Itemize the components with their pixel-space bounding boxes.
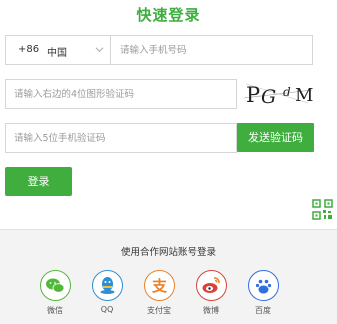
captcha-char-1: P bbox=[246, 83, 260, 107]
page-title: 快速登录 bbox=[136, 6, 201, 24]
captcha-image[interactable]: P G d M bbox=[242, 78, 314, 108]
send-code-button[interactable]: 发送验证码 bbox=[237, 123, 314, 152]
captcha-char-3: d bbox=[283, 85, 291, 99]
phone-row: +86 中国 bbox=[5, 35, 313, 65]
provider-qq[interactable]: QQ bbox=[87, 270, 127, 314]
baidu-icon bbox=[255, 279, 271, 294]
qr-code-icon[interactable] bbox=[312, 199, 333, 220]
chevron-down-icon bbox=[95, 47, 104, 53]
image-code-row bbox=[5, 79, 237, 109]
login-button[interactable]: 登录 bbox=[5, 167, 72, 196]
image-code-input[interactable] bbox=[14, 86, 229, 102]
phone-input[interactable] bbox=[120, 42, 305, 58]
qq-icon bbox=[100, 277, 114, 294]
provider-wechat[interactable]: 微信 bbox=[35, 270, 75, 316]
alipay-icon: 支 bbox=[150, 277, 167, 295]
provider-label: 微博 bbox=[203, 306, 219, 315]
country-code: +86 bbox=[18, 44, 40, 55]
country-selector[interactable]: +86 中国 bbox=[6, 36, 111, 64]
sms-code-input[interactable] bbox=[14, 130, 229, 146]
provider-label: 支付宝 bbox=[147, 306, 171, 315]
provider-label: 百度 bbox=[255, 306, 271, 315]
provider-label: QQ bbox=[100, 305, 114, 314]
wechat-icon bbox=[45, 278, 64, 293]
weibo-icon bbox=[202, 277, 220, 293]
captcha-graphic: P G d M bbox=[243, 83, 313, 108]
provider-baidu[interactable]: 百度 bbox=[243, 270, 283, 316]
provider-weibo[interactable]: 微博 bbox=[191, 270, 231, 316]
partner-login-section: 使用合作网站账号登录 微信 QQ 支 支付宝 微博 百度 bbox=[0, 229, 337, 324]
partner-login-title: 使用合作网站账号登录 bbox=[120, 247, 216, 258]
provider-alipay[interactable]: 支 支付宝 bbox=[139, 270, 179, 316]
svg-text:支: 支 bbox=[150, 277, 167, 295]
captcha-char-2: G bbox=[261, 86, 276, 108]
login-page: 快速登录 +86 中国 P G d M 发送验证码 登录 bbox=[0, 0, 337, 324]
provider-label: 微信 bbox=[47, 306, 63, 315]
sms-code-row bbox=[5, 123, 237, 153]
country-name: 中国 bbox=[47, 48, 67, 59]
captcha-char-4: M bbox=[295, 85, 313, 106]
